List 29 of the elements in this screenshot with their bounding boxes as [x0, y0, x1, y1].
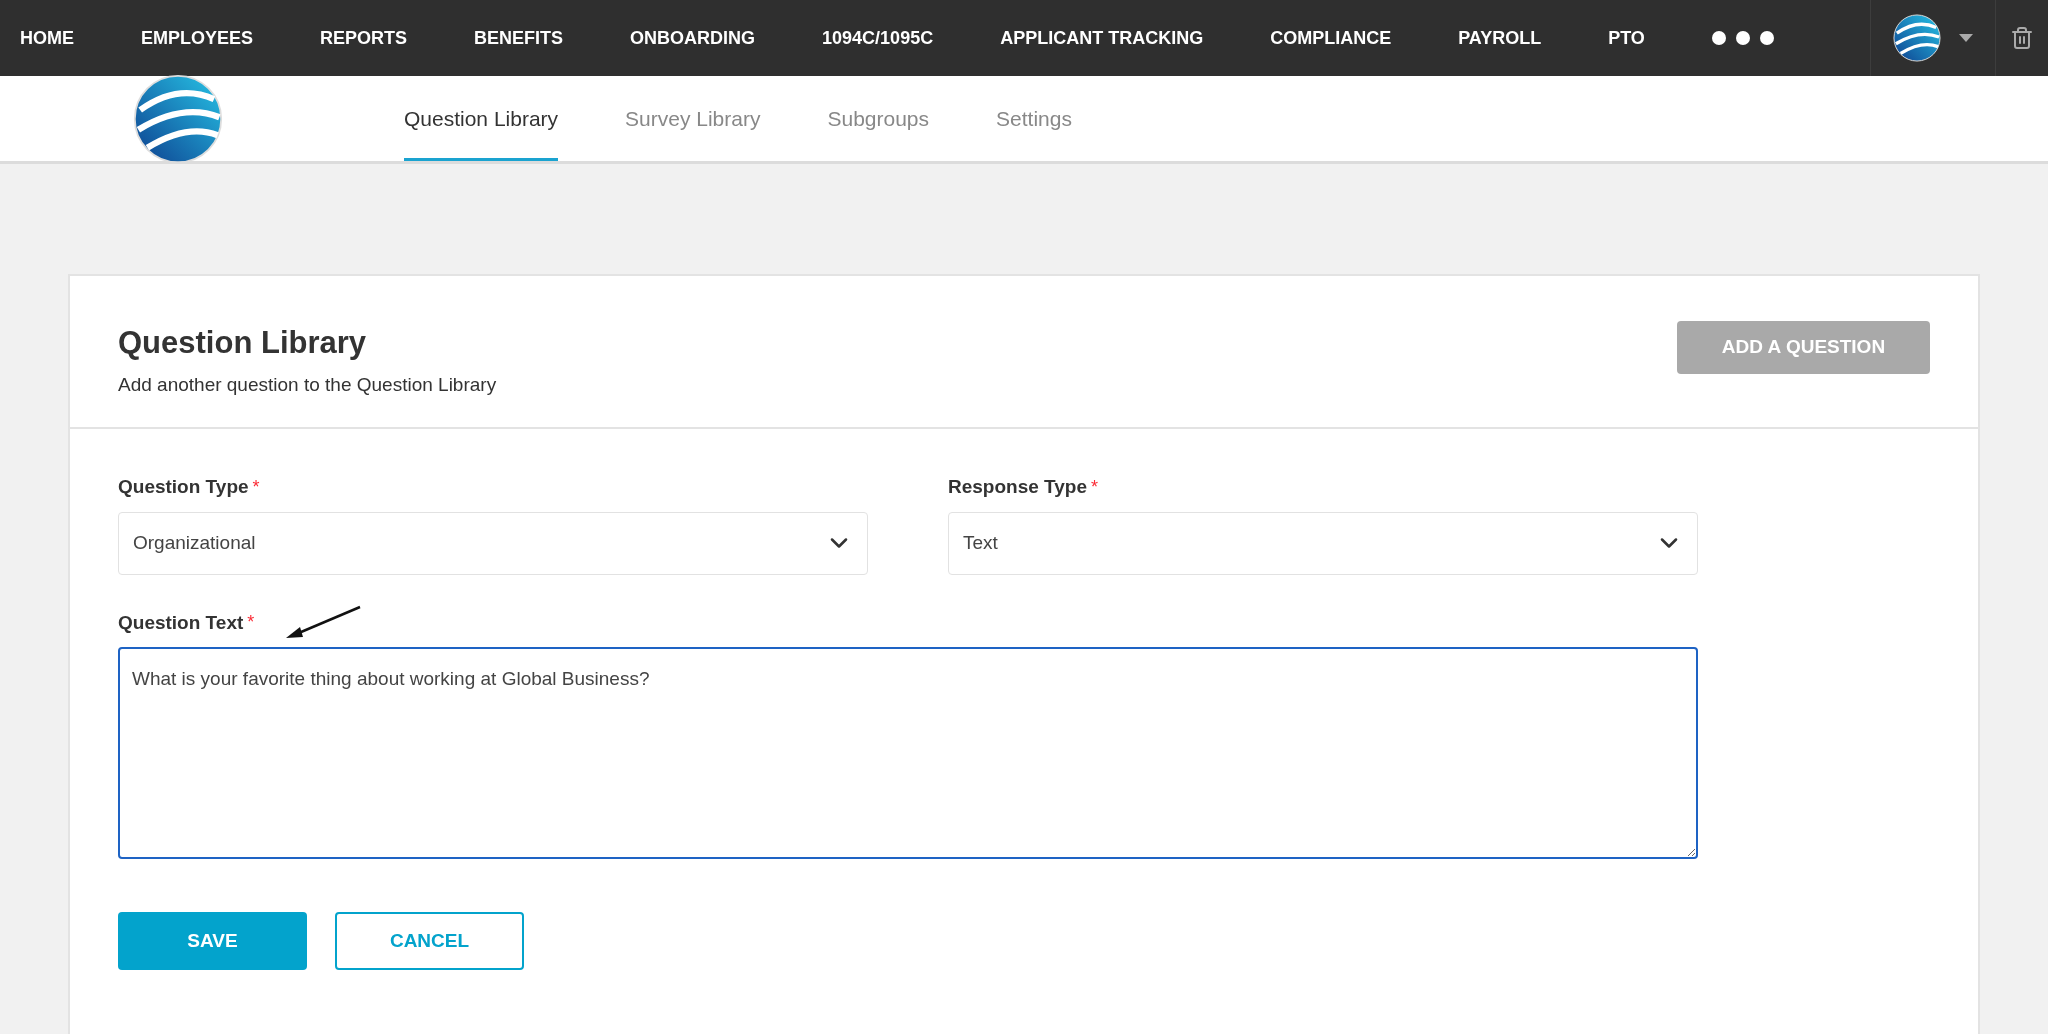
nav-link[interactable]: EMPLOYEES [141, 24, 254, 52]
tab[interactable]: Subgroups [827, 76, 930, 161]
card-subtitle: Add another question to the Question Library [118, 372, 497, 397]
nav-link[interactable]: APPLICANT TRACKING [1000, 24, 1204, 52]
required-mark: * [1091, 475, 1099, 499]
caret-down-icon[interactable] [1959, 34, 1973, 42]
avatar-logo [1893, 14, 1941, 62]
tab[interactable]: Question Library [404, 76, 559, 161]
required-mark: * [252, 475, 260, 499]
field-label: Question Type [118, 475, 249, 499]
nav-link[interactable]: BENEFITS [474, 24, 564, 52]
tab[interactable]: Settings [996, 76, 1072, 161]
field-label: Question Text [118, 610, 244, 635]
nav-link[interactable]: PTO [1608, 24, 1645, 52]
nav-link[interactable]: 1094C/1095C [822, 24, 934, 52]
nav-link[interactable]: REPORTS [320, 24, 408, 52]
question-type-select[interactable]: Organizational [118, 511, 868, 575]
tab[interactable]: Survey Library [625, 76, 761, 161]
card-title: Question Library [118, 324, 368, 362]
more-icon[interactable] [1711, 31, 1774, 45]
field-label: Response Type [948, 475, 1088, 499]
nav-link[interactable]: PAYROLL [1458, 24, 1542, 52]
response-type-select[interactable]: Text [948, 511, 1698, 575]
trash-icon[interactable] [2010, 26, 2034, 50]
question-text-area[interactable]: What is your favorite thing about working at Global Business? [118, 647, 1698, 859]
nav-link[interactable]: HOME [20, 24, 74, 52]
nav-link[interactable]: ONBOARDING [630, 24, 756, 52]
nav-link[interactable]: COMPLIANCE [1270, 24, 1392, 52]
required-mark: * [247, 611, 255, 635]
